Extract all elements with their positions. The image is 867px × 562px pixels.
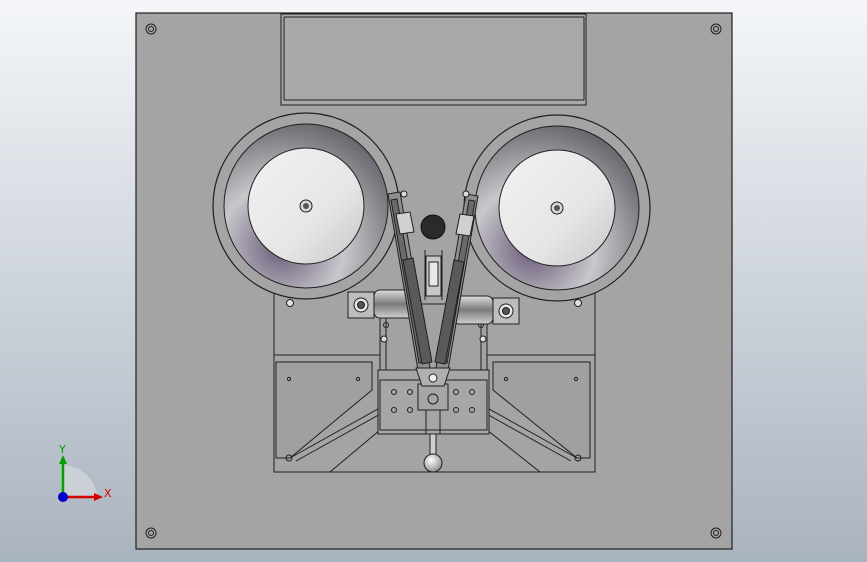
axis-y-label: Y: [58, 443, 66, 456]
axis-x-label: X: [104, 487, 112, 500]
right-pneumatic-cylinder: [452, 295, 520, 325]
cad-viewport[interactable]: Y X: [0, 0, 867, 562]
center-sensor: [420, 214, 446, 240]
cad-model-view: Y X: [0, 0, 867, 562]
rail-convergence-node: [415, 367, 451, 387]
left-pneumatic-cylinder: [347, 289, 415, 319]
left-feeder-bowl: [212, 112, 400, 300]
right-feeder-bowl: [463, 114, 651, 302]
top-enclosure-box: [280, 13, 587, 106]
